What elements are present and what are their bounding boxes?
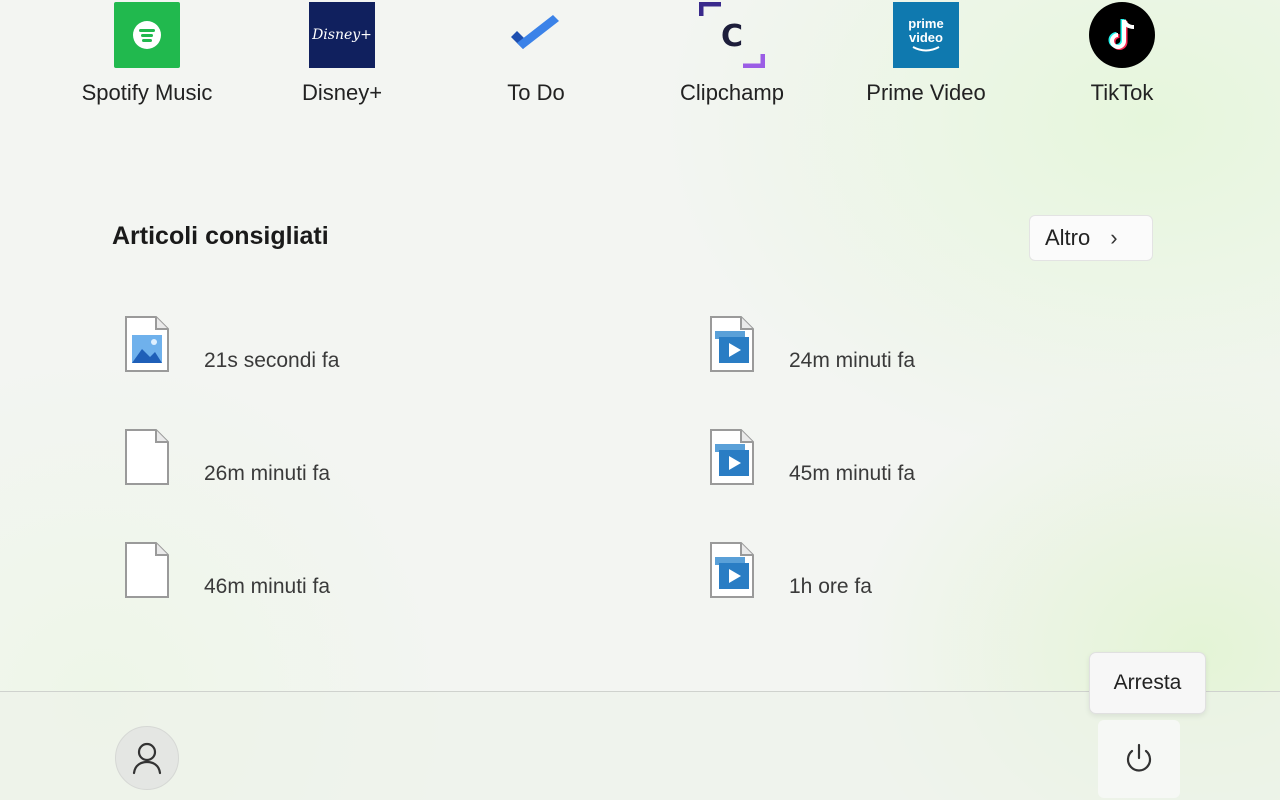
power-icon — [1126, 743, 1152, 772]
chevron-right-icon: › — [1110, 225, 1118, 250]
clipchamp-icon: C — [699, 2, 765, 68]
pinned-apps: Spotify Music Disney+ Disney+ To Do C Cl… — [0, 0, 1280, 120]
app-label: Prime Video — [866, 80, 986, 105]
recommended-item-time: 26m minuti fa — [204, 462, 331, 485]
recommended-item[interactable]: 46m minuti fa — [112, 541, 512, 621]
recommended-item-time: 1h ore fa — [789, 575, 872, 598]
pinned-app-spotify[interactable]: Spotify Music — [57, 0, 237, 106]
recommended-item[interactable]: 1h ore fa — [697, 541, 1097, 621]
image-file-icon — [125, 316, 169, 372]
pinned-app-tiktok[interactable]: TikTok — [1032, 0, 1212, 106]
app-label: TikTok — [1090, 80, 1154, 105]
blank-file-icon — [125, 429, 169, 485]
pinned-app-disney-plus[interactable]: Disney+ Disney+ — [252, 0, 432, 106]
user-icon — [132, 742, 162, 775]
disney-tile-text: Disney+ — [312, 27, 372, 43]
video-file-icon — [710, 316, 754, 372]
todo-check-icon — [503, 2, 569, 68]
recommended-item[interactable]: 26m minuti fa — [112, 428, 512, 508]
app-label: Spotify Music — [81, 80, 213, 105]
recommended-item[interactable]: 24m minuti fa — [697, 315, 1097, 395]
video-file-icon — [710, 542, 754, 598]
spotify-icon — [114, 2, 180, 68]
power-button[interactable] — [1098, 720, 1180, 798]
app-label: Disney+ — [301, 80, 383, 105]
blank-file-icon — [125, 542, 169, 598]
start-footer — [0, 692, 1280, 800]
more-button-label: Altro — [1045, 225, 1091, 250]
recommended-item[interactable]: 21s secondi fa — [112, 315, 512, 395]
prime-tile-text-2: video — [909, 30, 943, 45]
recommended-item-time: 46m minuti fa — [204, 575, 331, 598]
footer-divider — [0, 691, 1280, 692]
power-tooltip: Arresta — [1089, 652, 1206, 714]
more-button[interactable]: Altro › — [1029, 215, 1153, 261]
pinned-app-prime-video[interactable]: prime video Prime Video — [836, 0, 1016, 106]
pinned-app-clipchamp[interactable]: C Clipchamp — [642, 0, 822, 106]
disney-plus-icon: Disney+ — [309, 2, 375, 68]
recommended-item-time: 21s secondi fa — [204, 349, 340, 372]
recommended-item-time: 45m minuti fa — [789, 462, 916, 485]
recommended-item[interactable]: 45m minuti fa — [697, 428, 1097, 508]
pinned-app-todo[interactable]: To Do — [446, 0, 626, 106]
user-account-button[interactable] — [115, 726, 179, 790]
clipchamp-tile-text: C — [721, 19, 743, 54]
prime-tile-text-1: prime — [908, 16, 944, 31]
app-label: Clipchamp — [680, 80, 784, 105]
prime-video-icon: prime video — [893, 2, 959, 68]
app-label: To Do — [507, 80, 565, 105]
tiktok-icon — [1089, 2, 1155, 68]
recommended-title: Articoli consigliati — [112, 222, 329, 250]
video-file-icon — [710, 429, 754, 485]
recommended-item-time: 24m minuti fa — [789, 349, 916, 372]
